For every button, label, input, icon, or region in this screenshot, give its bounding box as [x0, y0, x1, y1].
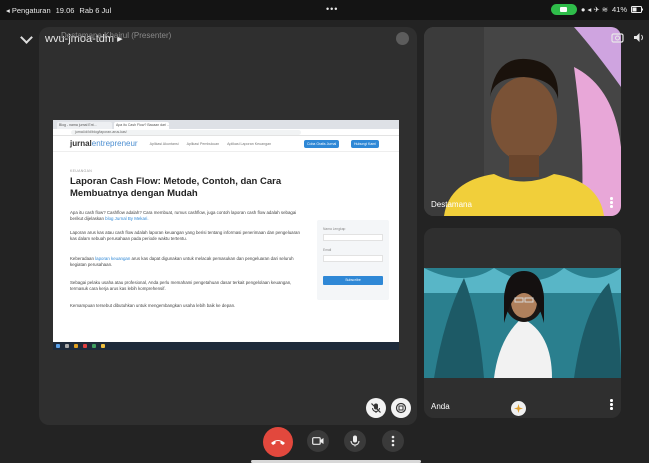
browser-url-bar: jurnal.id/id/blog/laporan-arus-kas/ — [53, 129, 399, 136]
browser-tab-strip: Blog - nama jurnal Ent... Apa itu Cash F… — [53, 120, 399, 129]
paragraph-text: Apa itu cash flow? Cashflow adalah? Cara… — [70, 210, 297, 222]
subscribe-button: Subscribe — [323, 276, 383, 285]
trial-button: Coba Gratis Jurnal — [304, 140, 340, 148]
meet-screen: ◂ Pengaturan 19.06 Rab 6 Jul ••• ● ◂ ✈ ≋… — [0, 0, 649, 463]
battery-level: 41% — [611, 5, 627, 14]
start-icon — [56, 344, 60, 348]
collapse-chevron-icon[interactable] — [20, 31, 33, 44]
fit-screen-icon — [395, 402, 407, 414]
mic-off-icon — [371, 403, 381, 413]
hang-up-icon — [271, 440, 285, 445]
email-field — [323, 255, 383, 262]
camera-toggle-button[interactable] — [307, 430, 329, 452]
sparkle-icon — [514, 404, 523, 413]
fit-screen-button[interactable] — [391, 398, 411, 418]
site-nav-item: Aplikasi Akuntansi — [149, 141, 179, 146]
logo-main: jurnal — [70, 139, 92, 148]
article-paragraph: Apa itu cash flow? Cashflow adalah? Cara… — [70, 210, 300, 222]
logo-sub: entrepreneur — [91, 139, 138, 148]
site-nav-item: Aplikasi Laporan Keuangan — [227, 141, 272, 146]
site-logo: jurnalentrepreneur — [70, 139, 138, 148]
site-nav-item: Aplikasi Pembukuan — [186, 141, 220, 146]
speaker-icon — [634, 33, 643, 42]
article-category: KEUANGAN — [70, 169, 93, 173]
article-paragraph: Kemampuan tersebut dibutuhkan untuk meng… — [70, 303, 236, 308]
more-options-icon[interactable] — [610, 399, 613, 411]
name-field — [323, 234, 383, 241]
multitasking-dots-icon[interactable]: ••• — [326, 4, 338, 14]
browser-tab-active: Apa itu Cash Flow? Bacaan dari ... — [114, 122, 169, 129]
microphone-icon — [350, 435, 360, 447]
clock-date: Rab 6 Jul — [79, 5, 112, 15]
email-field-label: Email — [323, 248, 332, 252]
visual-effects-button[interactable] — [511, 401, 526, 416]
app-icon — [101, 344, 105, 348]
participant-tile-destamana[interactable]: Destamana — [424, 27, 621, 216]
clock-time: 19.06 — [55, 5, 75, 15]
article-paragraph: Laporan arus kas atau cash flow adalah l… — [70, 230, 300, 242]
name-field-label: Nama Lengkap — [323, 227, 346, 231]
presenter-muted-icon — [396, 32, 409, 45]
status-bar: ◂ Pengaturan 19.06 Rab 6 Jul ••• ● ◂ ✈ ≋… — [0, 0, 649, 20]
app-icon — [83, 344, 87, 348]
url-text: jurnal.id/id/blog/laporan-arus-kas/ — [71, 130, 301, 135]
browser-tab: Blog - nama jurnal Ent... — [57, 122, 112, 129]
audio-output-button[interactable] — [633, 32, 645, 46]
search-icon — [65, 344, 69, 348]
site-header: jurnalentrepreneur Aplikasi Akuntansi Ap… — [53, 136, 399, 152]
participant-tile-self[interactable]: Anda — [424, 228, 621, 418]
back-to-settings-link[interactable]: ◂ Pengaturan — [6, 6, 51, 15]
site-nav: Aplikasi Akuntansi Aplikasi Pembukuan Ap… — [150, 142, 272, 146]
folder-icon — [74, 344, 78, 348]
article-paragraph: Keberadaan laporan keuangan arus kas dap… — [70, 256, 300, 268]
laporan-keuangan-link: laporan keuangan — [95, 256, 131, 261]
switch-camera-icon — [611, 33, 624, 43]
more-vert-icon — [391, 435, 395, 447]
video-camera-icon — [312, 437, 324, 445]
contact-button: Hubungi Kami — [351, 140, 379, 148]
subscribe-box: Nama Lengkap Email Subscribe — [317, 220, 389, 300]
more-actions-button[interactable] — [382, 430, 404, 452]
mic-off-button[interactable] — [366, 398, 386, 418]
more-options-icon[interactable] — [610, 197, 613, 209]
blog-link: blog Jurnal By Mekari. — [105, 216, 149, 222]
shared-screen: Blog - nama jurnal Ent... Apa itu Cash F… — [53, 120, 399, 350]
battery-icon — [631, 6, 643, 13]
end-call-button[interactable] — [263, 427, 293, 457]
camera-in-use-icon — [550, 4, 577, 15]
switch-camera-button[interactable] — [611, 32, 624, 46]
browser-icon — [92, 344, 96, 348]
paragraph-text: Keberadaan — [70, 256, 96, 261]
windows-taskbar — [53, 342, 399, 350]
participant-video — [424, 27, 621, 216]
article-title: Laporan Cash Flow: Metode, Contoh, dan C… — [70, 176, 282, 199]
participant-video — [424, 228, 621, 418]
presentation-tile[interactable]: Blog - nama jurnal Ent... Apa itu Cash F… — [39, 27, 417, 425]
presenter-name: Destamana Khairul (Presenter) — [61, 31, 172, 40]
mic-toggle-button[interactable] — [344, 430, 366, 452]
signal-icon: ● ◂ ✈ ≋ — [580, 5, 608, 14]
participant-name: Anda — [431, 402, 450, 411]
participant-name: Destamana — [431, 200, 472, 209]
article-paragraph: Sebagai pelaku usaha atau profesional, A… — [70, 280, 292, 292]
